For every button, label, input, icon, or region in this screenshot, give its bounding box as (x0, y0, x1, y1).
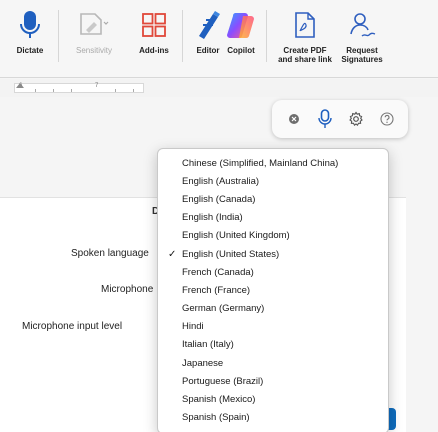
dictation-toolbar (272, 100, 408, 138)
language-option-label: German (Germany) (182, 303, 265, 315)
microphone-input-level-label: Microphone input level (22, 321, 123, 332)
language-option[interactable]: English (United Kingdom) (158, 227, 388, 245)
language-option-label: English (Australia) (182, 175, 260, 187)
language-option[interactable]: French (France) (158, 281, 388, 299)
close-dictation-button[interactable] (283, 108, 305, 130)
sensitivity-label: Sensitivity (75, 46, 112, 55)
language-option-label: Portuguese (Brazil) (182, 375, 264, 387)
request-signatures-button[interactable]: Request Signatures (338, 6, 386, 64)
pdf-share-icon (295, 12, 315, 38)
add-ins-label: Add-ins (139, 46, 169, 55)
ruler-tick (133, 89, 134, 92)
ruler-tick (35, 89, 36, 92)
language-option-label: Chinese (Simplified, Mainland China) (182, 157, 339, 169)
language-option[interactable]: English (Australia) (158, 172, 388, 190)
ribbon-separator (266, 10, 267, 62)
signature-icon (350, 13, 376, 37)
copilot-icon (227, 13, 254, 39)
ruler: 6 7 (0, 79, 438, 97)
dictation-mic-button[interactable] (314, 108, 336, 130)
ruler-tick (53, 89, 54, 92)
help-icon (379, 112, 394, 126)
language-option[interactable]: Spanish (Spain) (158, 409, 388, 427)
language-option-label: Italian (Italy) (182, 339, 234, 351)
dictation-help-button[interactable] (376, 108, 398, 130)
copilot-button[interactable]: Copilot (224, 6, 258, 55)
language-option-label: Spanish (Mexico) (182, 394, 256, 406)
language-option[interactable]: Hindi (158, 318, 388, 336)
language-option-label: English (United Kingdom) (182, 230, 290, 242)
language-option-label: French (Canada) (182, 266, 254, 278)
microphone-label: Microphone (101, 284, 154, 295)
ruler-number: 7 (95, 83, 99, 89)
close-circle-icon (288, 114, 299, 124)
ruler-tick (115, 89, 116, 92)
editor-pen-icon (199, 11, 220, 39)
language-option-label: French (France) (182, 284, 251, 296)
copilot-label: Copilot (227, 46, 255, 55)
language-option[interactable]: Spanish (Mexico) (158, 390, 388, 408)
language-option[interactable]: English (Canada) (158, 190, 388, 208)
microphone-icon (20, 11, 40, 38)
microphone-icon (317, 109, 332, 128)
gear-icon (348, 111, 363, 127)
request-signatures-label-line1: Request (346, 46, 378, 55)
language-option[interactable]: Japanese (158, 354, 388, 372)
language-option[interactable]: Portuguese (Brazil) (158, 372, 388, 390)
spoken-language-label: Spoken language (71, 248, 149, 259)
language-option-label: English (India) (182, 212, 243, 224)
ribbon-separator (182, 10, 183, 62)
language-option-label: Spanish (Spain) (182, 412, 250, 424)
language-option[interactable]: Italian (Italy) (158, 336, 388, 354)
ribbon-separator (58, 10, 59, 62)
sensitivity-button[interactable]: Sensitivity (64, 6, 124, 55)
language-option[interactable]: French (Canada) (158, 263, 388, 281)
dictate-button[interactable]: Dictate (8, 6, 52, 55)
request-signatures-label: Request Signatures (341, 46, 382, 64)
create-pdf-label-line2: and share link (278, 55, 332, 64)
create-pdf-label: Create PDF and share link (278, 46, 332, 64)
spoken-language-dropdown: Chinese (Simplified, Mainland China) Engl… (157, 148, 389, 432)
editor-button[interactable]: Editor (188, 6, 228, 55)
language-option-label: Japanese (182, 357, 224, 369)
language-option[interactable]: English (India) (158, 209, 388, 227)
language-option-label: Hindi (182, 321, 204, 333)
create-pdf-share-link-button[interactable]: Create PDF and share link (272, 6, 338, 64)
create-pdf-label-line1: Create PDF (283, 46, 327, 55)
language-option[interactable]: German (Germany) (158, 300, 388, 318)
dictation-settings-button[interactable] (345, 108, 367, 130)
checkmark-icon: ✓ (168, 248, 177, 260)
language-option-label: English (Canada) (182, 193, 256, 205)
sensitivity-label-icon (80, 13, 109, 35)
ruler-strip: 6 7 (14, 83, 144, 93)
add-ins-button[interactable]: Add-ins (132, 6, 176, 55)
add-ins-grid-icon (142, 13, 166, 37)
indent-marker[interactable] (16, 83, 24, 88)
language-option-label: English (United States) (182, 248, 280, 260)
ruler-tick (71, 89, 72, 92)
request-signatures-label-line2: Signatures (341, 55, 383, 64)
editor-label: Editor (196, 46, 220, 55)
language-option[interactable]: ✓ English (United States) (158, 245, 388, 263)
language-option[interactable]: Chinese (Simplified, Mainland China) (158, 154, 388, 172)
ribbon: Dictate Sensitivity Add-ins Editor Copil… (0, 0, 438, 78)
dictate-label: Dictate (16, 46, 44, 55)
